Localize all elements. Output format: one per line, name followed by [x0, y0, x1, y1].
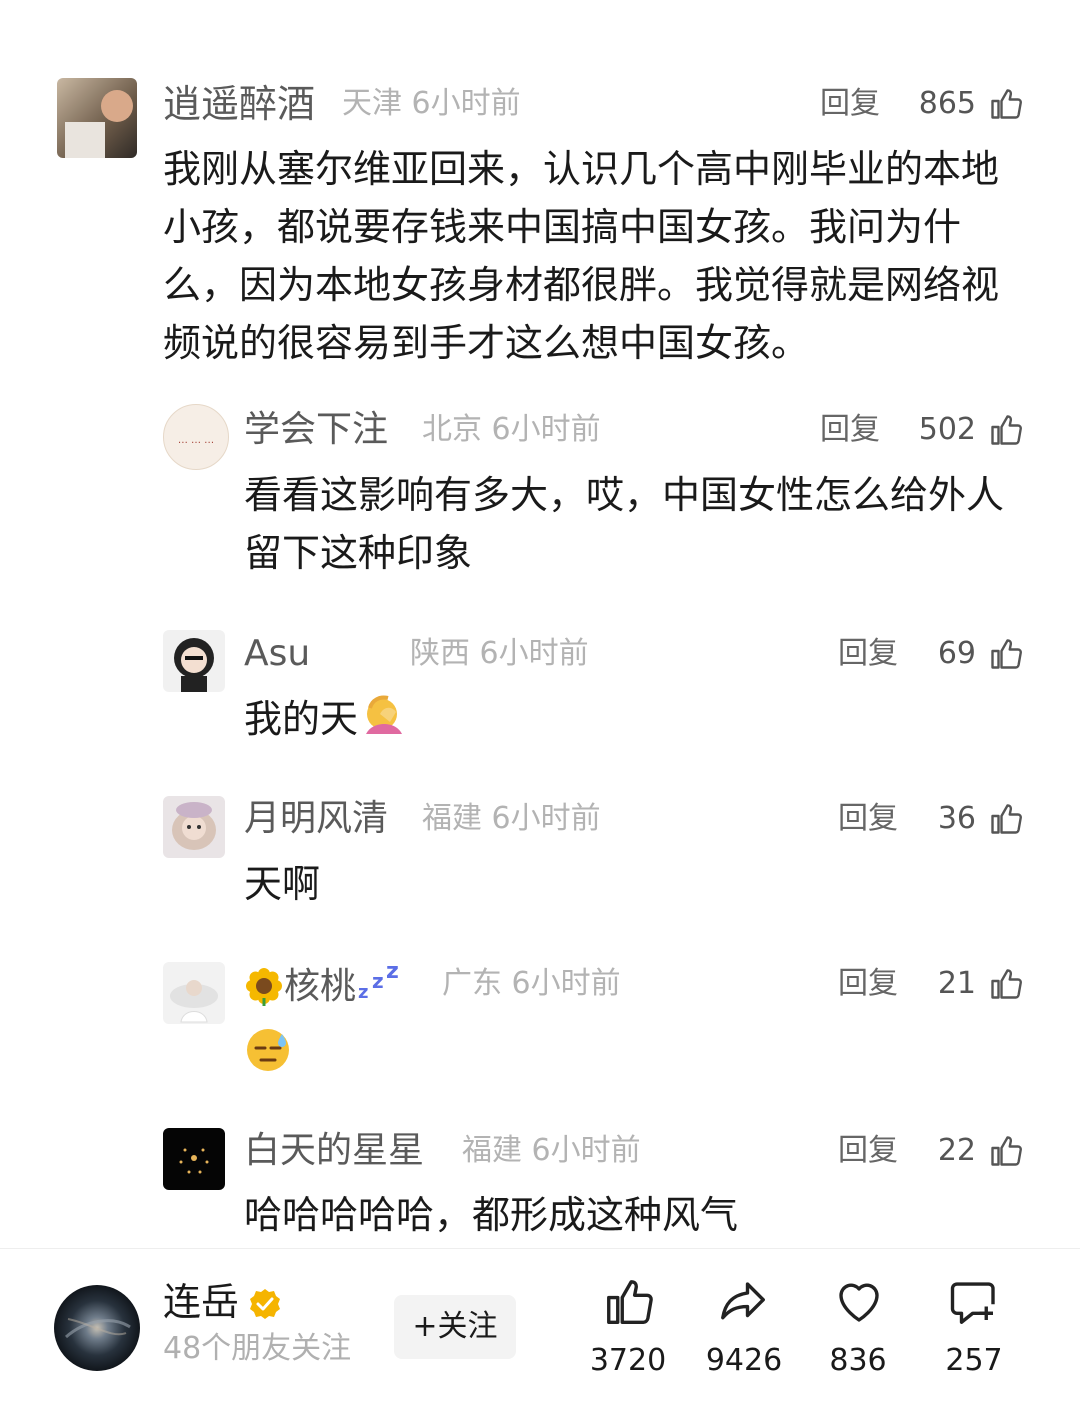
- like-count: 36: [937, 801, 976, 836]
- commenter-name-row[interactable]: 核桃 z z z: [244, 959, 404, 1015]
- comment-text: 哈哈哈哈哈，都形成这种风气: [244, 1193, 739, 1237]
- timestamp: 6小时前: [531, 1133, 641, 1168]
- like-count: 69: [937, 636, 976, 671]
- location: 福建: [422, 801, 482, 836]
- location: 北京: [422, 412, 482, 447]
- author-name-row[interactable]: 连岳: [163, 1279, 282, 1325]
- comment-count: 257: [945, 1343, 1003, 1378]
- timestamp: 6小时前: [511, 966, 621, 1001]
- friends-following: 48个朋友关注: [163, 1331, 352, 1366]
- thumb-up-icon[interactable]: [988, 636, 1024, 672]
- face-palm-emoji: [366, 695, 403, 734]
- avatar[interactable]: [163, 962, 225, 1024]
- reply-button[interactable]: 回复: [820, 408, 880, 452]
- timestamp: 6小时前: [491, 801, 601, 836]
- avatar[interactable]: [163, 796, 225, 858]
- comment-meta: 天津 6小时前: [342, 82, 521, 126]
- like-icon[interactable]: [602, 1275, 656, 1329]
- comment-meta: 福建 6小时前: [422, 797, 601, 841]
- reply-button[interactable]: 回复: [820, 82, 880, 126]
- heart-icon[interactable]: [832, 1275, 886, 1329]
- svg-text:z: z: [386, 962, 399, 984]
- commenter-name[interactable]: 学会下注: [244, 408, 388, 452]
- zzz-icon: zzz: [358, 959, 399, 1003]
- avatar[interactable]: [57, 78, 137, 158]
- sweat-emoji: [247, 1029, 289, 1071]
- comment-meta: 福建 6小时前: [462, 1129, 641, 1173]
- comment-meta: 陕西 6小时前: [410, 632, 589, 676]
- comment-text: 我刚从塞尔维亚回来，认识几个高中刚毕业的本地小孩，都说要存钱来中国搞中国女孩。我…: [163, 147, 1000, 365]
- timestamp: 6小时前: [411, 86, 521, 121]
- svg-text:… … …: … … …: [178, 435, 214, 446]
- bottom-action-bar: 连岳 48个朋友关注 +关注 3720 9426 836 257: [0, 1248, 1080, 1407]
- avatar[interactable]: [163, 630, 225, 692]
- location: 天津: [342, 86, 402, 121]
- comment-meta: 广东 6小时前: [442, 962, 621, 1006]
- commenter-name[interactable]: 核桃: [284, 966, 356, 1007]
- svg-text:z: z: [358, 982, 368, 1002]
- svg-text:z: z: [372, 969, 384, 993]
- avatar[interactable]: … … …: [163, 404, 229, 470]
- commenter-name[interactable]: 白天的星星: [244, 1129, 424, 1173]
- share-count: 9426: [705, 1343, 783, 1378]
- like-count: 21: [937, 966, 976, 1001]
- commenter-name[interactable]: 逍遥醉酒: [163, 82, 315, 126]
- comment-icon[interactable]: [948, 1275, 1002, 1329]
- comment-text: 看看这影响有多大，哎，中国女性怎么给外人留下这种印象: [244, 473, 1005, 575]
- thumb-up-icon[interactable]: [988, 86, 1024, 122]
- timestamp: 6小时前: [479, 636, 589, 671]
- like-count: 22: [937, 1133, 976, 1168]
- commenter-name[interactable]: Asu: [244, 632, 310, 676]
- thumb-up-icon[interactable]: [988, 412, 1024, 448]
- thumb-up-icon[interactable]: [988, 966, 1024, 1002]
- author-name[interactable]: 连岳: [163, 1280, 239, 1324]
- like-count: 502: [918, 412, 976, 447]
- follow-button[interactable]: +关注: [394, 1295, 516, 1359]
- like-count: 865: [918, 86, 976, 121]
- share-icon[interactable]: [716, 1275, 770, 1329]
- comment-text-value: 我的天: [244, 697, 359, 741]
- comment-meta: 北京 6小时前: [422, 408, 601, 452]
- avatar[interactable]: [163, 1128, 225, 1190]
- thumb-up-icon[interactable]: [988, 1133, 1024, 1169]
- thumb-up-icon[interactable]: [988, 801, 1024, 837]
- comment-text: 天啊: [244, 862, 321, 906]
- favorite-count: 836: [829, 1343, 887, 1378]
- comment-text: 我的天: [244, 690, 1024, 748]
- location: 广东: [442, 966, 502, 1001]
- like-count: 3720: [589, 1343, 667, 1378]
- location: 福建: [462, 1133, 522, 1168]
- sunflower-icon: [246, 968, 282, 1006]
- verified-badge-icon: [250, 1289, 281, 1319]
- location: 陕西: [410, 636, 470, 671]
- commenter-name[interactable]: 月明风清: [244, 797, 388, 841]
- timestamp: 6小时前: [491, 412, 601, 447]
- author-avatar[interactable]: [54, 1285, 140, 1371]
